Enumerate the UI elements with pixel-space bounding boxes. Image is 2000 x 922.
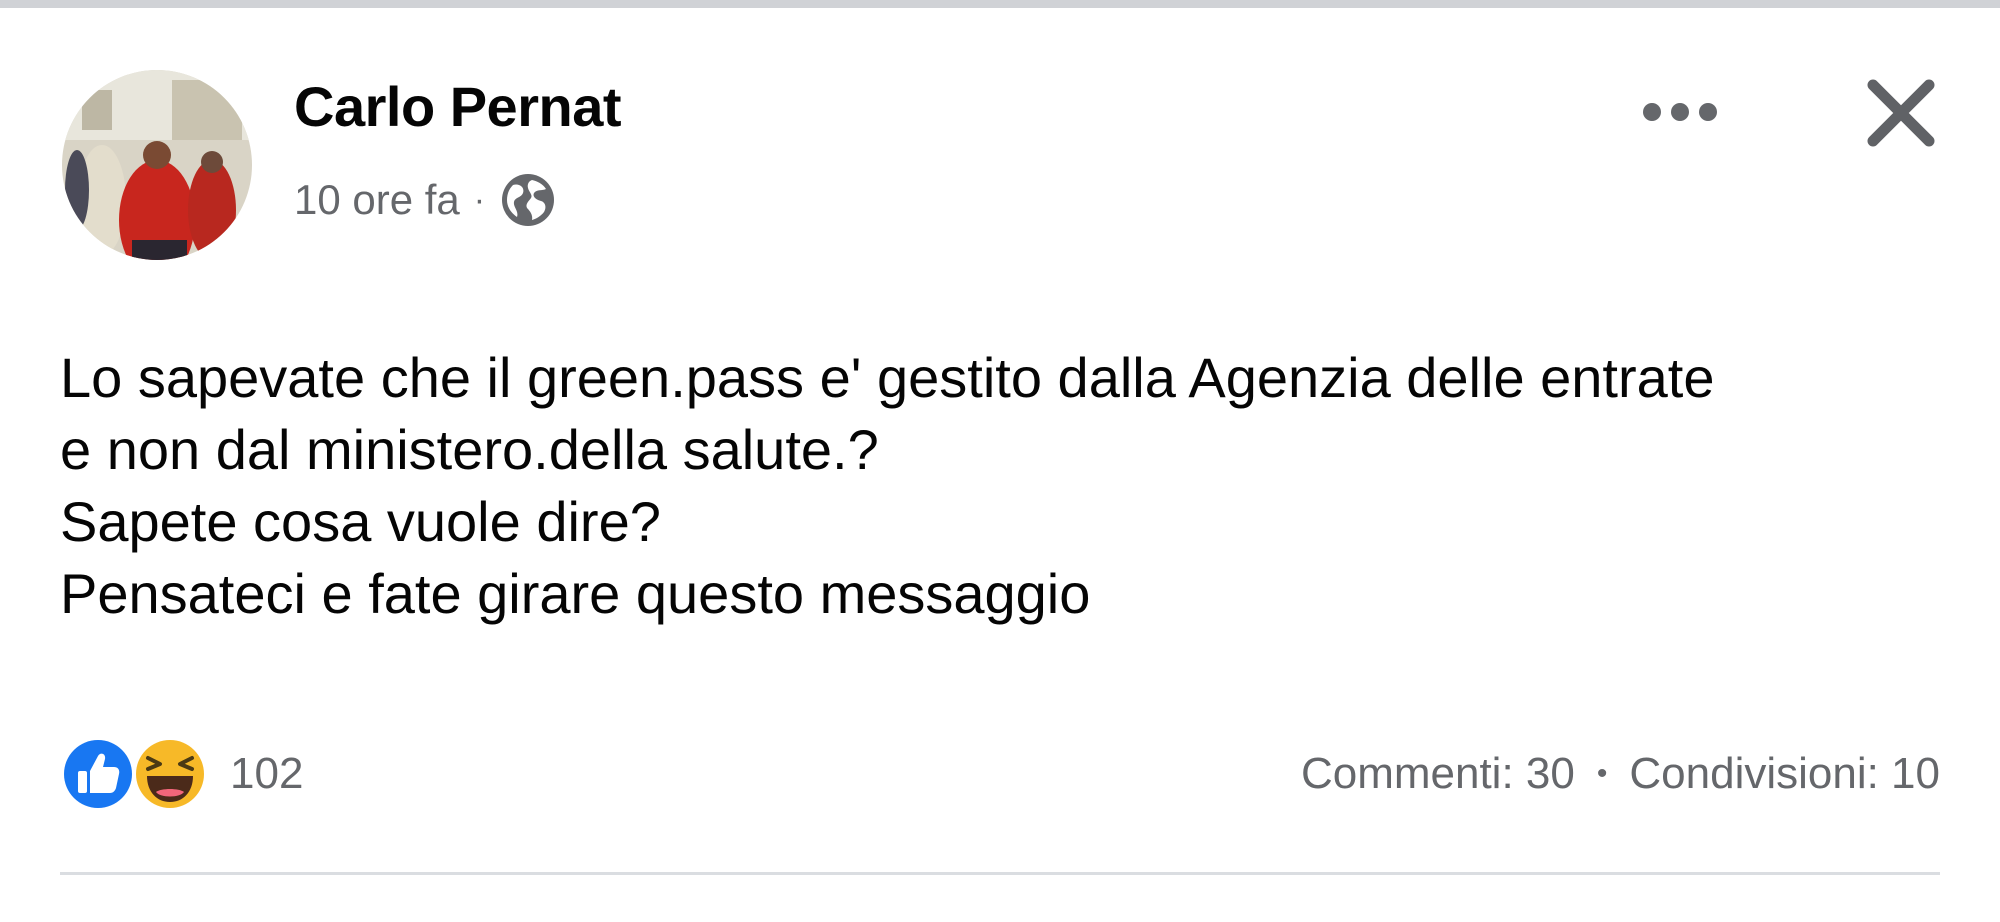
comments-count[interactable]: Commenti: 30: [1301, 749, 1575, 799]
haha-icon: [132, 736, 208, 812]
message-line: Lo sapevate che il green.pass e' gestito…: [60, 346, 1715, 409]
close-button[interactable]: [1856, 68, 1946, 158]
message-line: e non dal ministero.della salute.?: [60, 418, 879, 481]
globe-icon[interactable]: [499, 171, 557, 229]
top-border: [0, 0, 2000, 8]
meta-separator: ·: [473, 180, 486, 219]
divider: [60, 872, 1940, 875]
message-line: Pensateci e fate girare questo messaggio: [60, 562, 1091, 625]
author-name[interactable]: Carlo Pernat: [294, 74, 622, 139]
post-timestamp[interactable]: 10 ore fa: [294, 176, 460, 224]
reactions-summary[interactable]: 102: [58, 730, 303, 818]
reaction-count: 102: [230, 749, 304, 798]
stats-separator: •: [1596, 757, 1608, 790]
post-stats: Commenti: 30 • Condivisioni: 10: [1301, 746, 1940, 802]
avatar[interactable]: [62, 70, 252, 260]
avatar-photo: [62, 70, 252, 260]
like-icon: [60, 736, 136, 812]
close-icon: [1867, 79, 1935, 147]
more-icon: [1643, 103, 1717, 121]
shares-count[interactable]: Condivisioni: 10: [1629, 749, 1940, 799]
message-line: Sapete cosa vuole dire?: [60, 490, 661, 553]
more-options-button[interactable]: [1630, 82, 1730, 142]
post-message: Lo sapevate che il green.pass e' gestito…: [60, 342, 1960, 630]
post-meta: 10 ore fa ·: [294, 168, 557, 232]
post-card: Carlo Pernat 10 ore fa · Lo sapevate che…: [0, 8, 2000, 922]
